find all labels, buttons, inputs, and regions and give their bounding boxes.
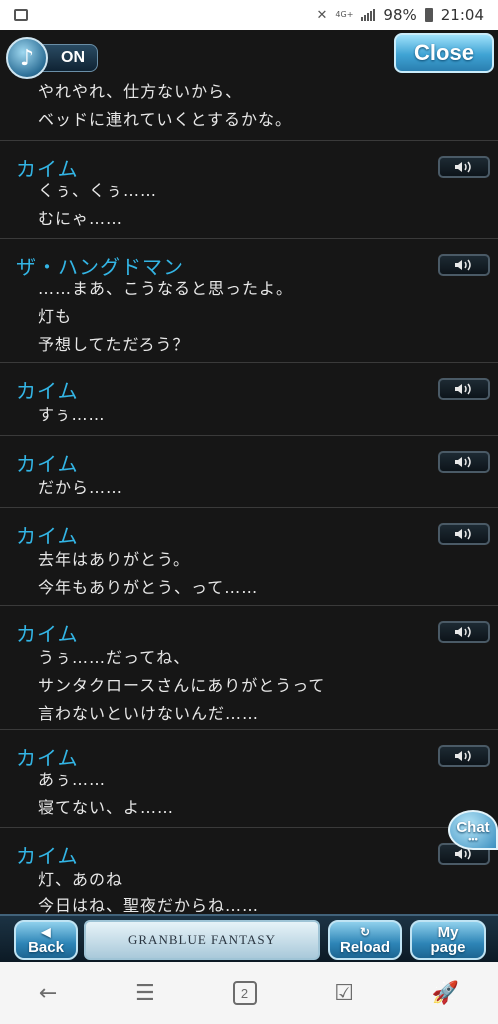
speaker-icon	[455, 161, 471, 173]
reload-icon: ↻	[359, 925, 371, 939]
battery-icon	[424, 8, 433, 22]
rocket-icon[interactable]: 🚀	[432, 981, 459, 1006]
log-line: 灯、あのね	[38, 870, 124, 889]
log-line: 寝てない、よ……	[38, 798, 175, 817]
log-line: くぅ、くぅ……	[38, 181, 158, 200]
speaker-icon	[455, 750, 471, 762]
game-viewport: やれやれ、仕方ないから、 ベッドに連れていくとするかな。 カイム くぅ、くぅ………	[0, 30, 498, 962]
network-type: 4G+	[335, 10, 354, 19]
speaker-name: カイム	[16, 454, 79, 476]
voice-play-button[interactable]	[438, 745, 490, 767]
log-line: うぅ……だってね、	[38, 648, 191, 667]
reload-button[interactable]: ↻ Reload	[328, 920, 402, 960]
log-line: あぅ……	[38, 770, 107, 789]
voice-play-button[interactable]	[438, 254, 490, 276]
log-line: むにゃ……	[38, 209, 124, 228]
voice-play-button[interactable]	[438, 156, 490, 178]
log-entry: カイム 去年はありがとう。 今年もありがとう、って……	[0, 508, 498, 606]
log-line: だから……	[38, 478, 124, 497]
clock: 21:04	[440, 6, 484, 24]
voice-play-button[interactable]	[438, 523, 490, 545]
gallery-icon	[14, 9, 28, 21]
speaker-icon	[455, 456, 471, 468]
log-line: 言わないといけないんだ……	[38, 704, 260, 723]
speaker-name: カイム	[16, 526, 79, 548]
speaker-name: カイム	[16, 846, 79, 868]
log-entry: カイム うぅ……だってね、 サンタクロースさんにありがとうって 言わないといけな…	[0, 606, 498, 730]
log-line: 今年もありがとう、って……	[38, 578, 259, 597]
sound-toggle[interactable]: ♪ ON	[6, 36, 104, 80]
log-entry: カイム あぅ…… 寝てない、よ……	[0, 730, 498, 828]
mypage-label-line1: My	[437, 924, 459, 941]
back-label: Back	[28, 939, 64, 956]
battery-percent: 98%	[383, 6, 417, 24]
voice-play-button[interactable]	[438, 621, 490, 643]
granblue-banner[interactable]: GRANBLUE FANTASY	[84, 920, 320, 960]
back-arrow-icon: ◀	[41, 925, 51, 939]
status-bar: ✕ 4G+ 98% 21:04	[0, 0, 498, 30]
tabs-button[interactable]: 2	[232, 981, 257, 1005]
speaker-icon	[455, 259, 471, 271]
back-arrow-icon[interactable]: ←	[39, 981, 57, 1006]
sound-state-label: ON	[40, 44, 98, 72]
log-entry: カイム 灯、あのね 今日はね、聖夜だからね……	[0, 828, 498, 914]
close-button[interactable]: Close	[394, 33, 494, 73]
music-note-icon: ♪	[6, 37, 48, 79]
reload-label: Reload	[339, 939, 390, 956]
log-line: すぅ……	[38, 405, 106, 424]
log-line: 去年はありがとう。	[38, 550, 191, 569]
chat-dots-icon: •••	[468, 833, 478, 844]
log-line: ……まあ、こうなると思ったよ。	[38, 279, 294, 298]
log-line: やれやれ、仕方ないから、	[38, 82, 243, 101]
browser-nav-bar: ← ☰ 2 ☑ 🚀	[0, 962, 498, 1024]
log-line: 今日はね、聖夜だからね……	[38, 896, 260, 914]
mypage-label-line2: page	[430, 939, 466, 956]
log-entry: ザ・ハングドマン ……まあ、こうなると思ったよ。 灯も 予想してただろう？	[0, 239, 498, 363]
log-line: ベッドに連れていくとするかな。	[38, 110, 293, 129]
speaker-icon	[455, 626, 471, 638]
mypage-button[interactable]: My page	[410, 920, 486, 960]
speaker-icon	[455, 528, 471, 540]
voice-play-button[interactable]	[438, 451, 490, 473]
chat-label: Chat	[456, 818, 490, 836]
banner-logo-text: GRANBLUE FANTASY	[128, 932, 276, 947]
menu-icon[interactable]: ☰	[135, 981, 155, 1006]
log-line: 予想してただろう？	[38, 335, 190, 354]
speaker-icon	[455, 383, 471, 395]
voice-play-button[interactable]	[438, 378, 490, 400]
log-line: サンタクロースさんにありがとうって	[38, 676, 326, 695]
game-footer: ◀ Back GRANBLUE FANTASY ↻ Reload My page	[0, 914, 498, 962]
signal-icon	[361, 9, 376, 21]
speaker-name: カイム	[16, 381, 79, 403]
back-button[interactable]: ◀ Back	[14, 920, 78, 960]
message-log[interactable]: やれやれ、仕方ないから、 ベッドに連れていくとするかな。 カイム くぅ、くぅ………	[0, 30, 498, 914]
chat-button[interactable]: Chat •••	[448, 810, 498, 850]
checkbox-icon[interactable]: ☑	[334, 981, 354, 1006]
log-entry: カイム くぅ、くぅ…… むにゃ……	[0, 141, 498, 239]
log-line: 灯も	[38, 307, 73, 326]
log-entry: カイム だから……	[0, 436, 498, 508]
mute-icon: ✕	[316, 7, 328, 23]
log-entry: カイム すぅ……	[0, 363, 498, 436]
speaker-name: カイム	[16, 624, 79, 646]
